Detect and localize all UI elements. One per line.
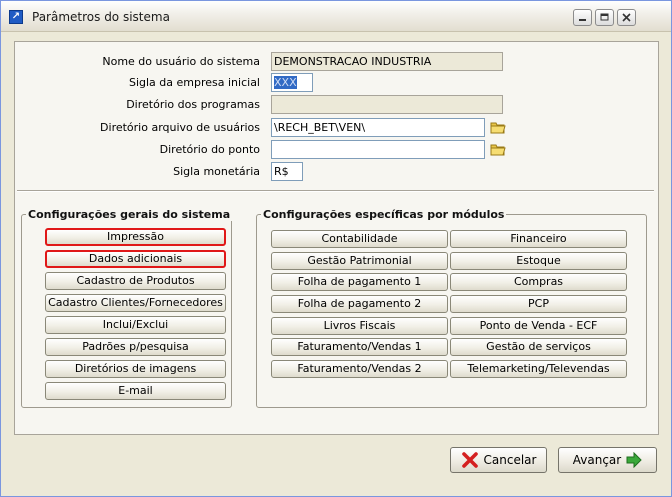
cancel-label: Cancelar	[483, 453, 537, 467]
pos-ecf-button[interactable]: Ponto de Venda - ECF	[450, 317, 627, 335]
title-bar[interactable]: ↗ Parâmetros do sistema	[1, 1, 671, 32]
next-button[interactable]: Avançar	[558, 447, 657, 473]
minimize-icon	[579, 19, 586, 21]
telemarketing-button[interactable]: Telemarketing/Televendas	[450, 360, 627, 378]
cancel-button[interactable]: Cancelar	[450, 447, 547, 473]
payroll-2-button[interactable]: Folha de pagamento 2	[271, 295, 448, 313]
green-arrow-icon	[626, 452, 642, 468]
company-code-value: XXX	[274, 76, 297, 89]
currency-input[interactable]: R$	[271, 162, 303, 181]
window-title: Parâmetros do sistema	[32, 10, 170, 24]
payroll-1-button[interactable]: Folha de pagamento 1	[271, 273, 448, 291]
company-code-input[interactable]: XXX	[271, 73, 313, 92]
restore-icon	[600, 13, 609, 21]
billing-sales-1-button[interactable]: Faturamento/Vendas 1	[271, 338, 448, 356]
stock-button[interactable]: Estoque	[450, 252, 627, 270]
punch-dir-input[interactable]	[271, 140, 485, 159]
financial-button[interactable]: Financeiro	[450, 230, 627, 248]
additional-data-button[interactable]: Dados adicionais	[45, 250, 226, 268]
search-defaults-button[interactable]: Padrões p/pesquisa	[45, 338, 226, 356]
clients-suppliers-button[interactable]: Cadastro Clientes/Fornecedores	[45, 294, 226, 312]
include-exclude-button[interactable]: Inclui/Exclui	[45, 316, 226, 334]
image-dirs-button[interactable]: Diretórios de imagens	[45, 360, 226, 378]
separator	[17, 190, 654, 192]
users-dir-input[interactable]: \RECH_BET\VEN\	[271, 118, 485, 137]
accounting-button[interactable]: Contabilidade	[271, 230, 448, 248]
users-dir-label: Diretório arquivo de usuários	[100, 121, 260, 134]
user-name-field[interactable]: DEMONSTRACAO INDUSTRIA	[271, 52, 503, 71]
punch-dir-label: Diretório do ponto	[159, 143, 260, 156]
red-x-icon	[461, 452, 478, 468]
modules-config-title: Configurações específicas por módulos	[261, 208, 507, 221]
purchases-button[interactable]: Compras	[450, 273, 627, 291]
company-code-label: Sigla da empresa inicial	[128, 76, 260, 89]
services-button[interactable]: Gestão de serviços	[450, 338, 627, 356]
close-button[interactable]	[617, 9, 636, 26]
email-button[interactable]: E-mail	[45, 382, 226, 400]
close-icon	[622, 13, 631, 22]
main-panel: Nome do usuário do sistema DEMONSTRACAO …	[14, 41, 659, 435]
general-config-group: Configurações gerais do sistema Impressã…	[21, 208, 233, 408]
user-name-label: Nome do usuário do sistema	[102, 55, 260, 68]
billing-sales-2-button[interactable]: Faturamento/Vendas 2	[271, 360, 448, 378]
asset-management-button[interactable]: Gestão Patrimonial	[271, 252, 448, 270]
folder-icon[interactable]	[490, 142, 506, 156]
tax-books-button[interactable]: Livros Fiscais	[271, 317, 448, 335]
parameters-window: ↗ Parâmetros do sistema Nome do usuário …	[0, 0, 672, 497]
modules-config-group: Configurações específicas por módulos Co…	[256, 208, 647, 408]
minimize-button[interactable]	[573, 9, 592, 26]
print-button[interactable]: Impressão	[45, 228, 226, 246]
programs-dir-label: Diretório dos programas	[126, 98, 260, 111]
folder-icon[interactable]	[490, 120, 506, 134]
currency-label: Sigla monetária	[173, 165, 260, 178]
pcp-button[interactable]: PCP	[450, 295, 627, 313]
restore-button[interactable]	[595, 9, 614, 26]
products-register-button[interactable]: Cadastro de Produtos	[45, 272, 226, 290]
app-arrow-icon: ↗	[9, 10, 23, 24]
next-label: Avançar	[572, 453, 622, 467]
programs-dir-field[interactable]	[271, 95, 503, 114]
general-config-title: Configurações gerais do sistema	[26, 208, 233, 221]
